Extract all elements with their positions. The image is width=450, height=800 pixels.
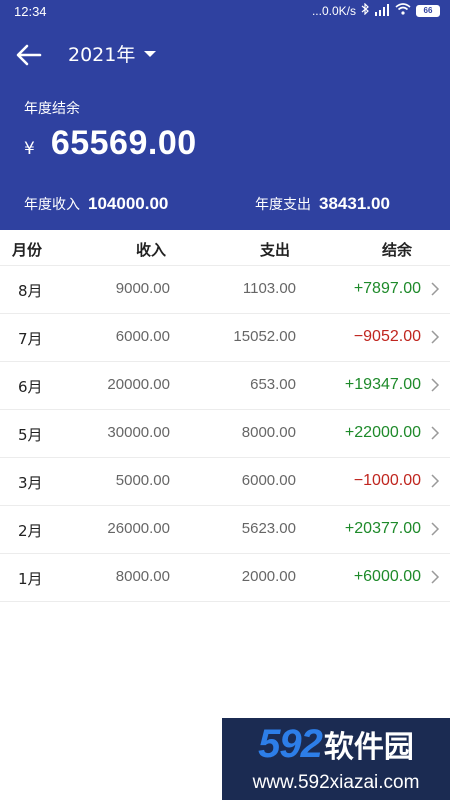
row-month: 7月 <box>18 330 43 348</box>
row-income: 26000.00 <box>107 520 170 537</box>
table-row[interactable]: 3月 5000.00 6000.00 −1000.00 <box>0 458 450 506</box>
row-income: 30000.00 <box>107 424 170 441</box>
status-time: 12:34 <box>14 4 47 19</box>
expense-value: 38431.00 <box>319 194 390 213</box>
chevron-right-icon <box>431 474 440 488</box>
row-expense: 2000.00 <box>241 568 296 585</box>
income-summary: 年度收入 104000.00 <box>24 194 168 214</box>
caret-down-icon <box>144 50 157 57</box>
row-expense: 5623.00 <box>241 520 296 537</box>
expense-label: 年度支出 <box>255 197 311 213</box>
row-income: 5000.00 <box>115 472 170 489</box>
row-month: 6月 <box>18 378 43 396</box>
header-balance: 结余 <box>382 241 413 259</box>
row-income: 9000.00 <box>115 280 170 297</box>
chevron-right-icon <box>431 330 440 344</box>
row-month: 1月 <box>18 570 43 588</box>
wifi-icon <box>395 3 411 18</box>
row-balance: +20377.00 <box>344 520 421 537</box>
chevron-right-icon <box>431 378 440 392</box>
balance-value: 65569.00 <box>50 124 197 162</box>
row-expense: 6000.00 <box>241 472 296 489</box>
row-balance: +19347.00 <box>344 376 421 393</box>
row-balance: −9052.00 <box>353 328 421 345</box>
row-balance: −1000.00 <box>353 472 421 489</box>
table-row[interactable]: 7月 6000.00 15052.00 −9052.00 <box>0 314 450 362</box>
row-income: 8000.00 <box>115 568 170 585</box>
watermark-number: 592 <box>258 721 323 766</box>
row-month: 2月 <box>18 522 43 540</box>
back-button[interactable] <box>12 38 46 72</box>
income-value: 104000.00 <box>88 194 169 213</box>
watermark-logo: 592 软件园 www.592xiazai.com <box>222 718 450 800</box>
row-balance: +22000.00 <box>344 424 421 441</box>
row-month: 3月 <box>18 474 43 492</box>
header-income: 收入 <box>136 241 167 259</box>
row-month: 8月 <box>18 282 43 300</box>
row-income: 6000.00 <box>115 328 170 345</box>
balance-label: 年度结余 <box>24 101 80 117</box>
balance-row: ¥ 65569.00 <box>24 124 197 163</box>
row-balance: +6000.00 <box>353 568 421 585</box>
row-expense: 15052.00 <box>233 328 296 345</box>
table-row[interactable]: 5月 30000.00 8000.00 +22000.00 <box>0 410 450 458</box>
signal-icon <box>374 3 390 18</box>
table-row[interactable]: 6月 20000.00 653.00 +19347.00 <box>0 362 450 410</box>
row-expense: 653.00 <box>250 376 296 393</box>
table-row[interactable]: 8月 9000.00 1103.00 +7897.00 <box>0 266 450 314</box>
header-month: 月份 <box>12 241 43 259</box>
table-row[interactable]: 2月 26000.00 5623.00 +20377.00 <box>0 506 450 554</box>
year-label: 2021年 <box>68 44 136 66</box>
row-balance: +7897.00 <box>353 280 421 297</box>
watermark-text: 软件园 <box>323 730 414 765</box>
header-expense: 支出 <box>260 241 291 259</box>
summary-header: 12:34 ...0.0K/s 66 2021年 年度结余 ¥ 65569.00… <box>0 0 450 230</box>
table-row[interactable]: 1月 8000.00 2000.00 +6000.00 <box>0 554 450 602</box>
status-icons: ...0.0K/s 66 <box>311 2 440 18</box>
status-bar: 12:34 ...0.0K/s 66 <box>0 0 450 24</box>
month-list: 8月 9000.00 1103.00 +7897.00 7月 6000.00 1… <box>0 266 450 602</box>
row-month: 5月 <box>18 426 43 444</box>
year-selector[interactable]: 2021年 <box>68 40 157 67</box>
currency-symbol: ¥ <box>24 139 35 159</box>
table-header: 月份 收入 支出 结余 <box>0 230 450 266</box>
arrow-left-icon <box>16 44 42 66</box>
network-speed: ...0.0K/s <box>311 3 356 18</box>
income-label: 年度收入 <box>24 197 80 213</box>
row-expense: 1103.00 <box>242 280 296 297</box>
toolbar: 2021年 <box>0 34 450 72</box>
watermark-brand: 592 软件园 <box>222 718 450 770</box>
watermark-url: www.592xiazai.com <box>252 772 420 793</box>
chevron-right-icon <box>431 282 440 296</box>
chevron-right-icon <box>431 522 440 536</box>
row-income: 20000.00 <box>107 376 170 393</box>
expense-summary: 年度支出 38431.00 <box>255 194 390 214</box>
battery-icon: 66 <box>416 4 440 17</box>
row-expense: 8000.00 <box>241 424 296 441</box>
chevron-right-icon <box>431 426 440 440</box>
chevron-right-icon <box>431 570 440 584</box>
bluetooth-icon <box>361 2 369 18</box>
